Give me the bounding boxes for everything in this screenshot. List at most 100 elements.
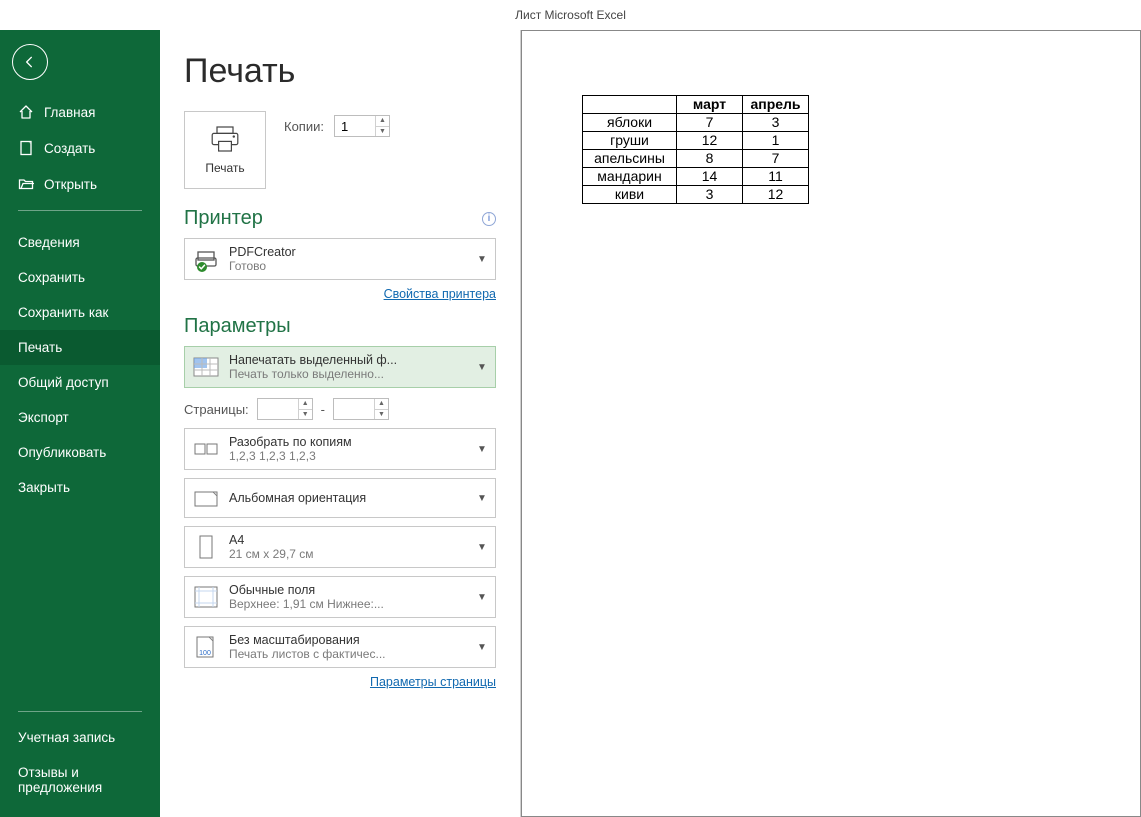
printer-status: Готово: [229, 259, 467, 273]
table-header: апрель: [743, 96, 809, 114]
pages-separator: -: [321, 402, 325, 417]
margins-sub: Верхнее: 1,91 см Нижнее:...: [229, 597, 467, 611]
spinner-up-icon[interactable]: ▲: [298, 399, 312, 410]
selection-icon: [193, 354, 219, 380]
cell: 11: [743, 168, 809, 186]
nav-item-открыть[interactable]: Открыть: [0, 166, 160, 202]
printer-properties-link[interactable]: Свойства принтера: [384, 287, 496, 301]
pages-from-spinner[interactable]: ▲▼: [257, 398, 313, 420]
nav-item-label: Сохранить: [18, 270, 85, 285]
page-setup-link[interactable]: Параметры страницы: [370, 675, 496, 689]
spinner-down-icon[interactable]: ▼: [298, 410, 312, 420]
table-header: март: [677, 96, 743, 114]
preview-table: мартапрельяблоки73груши121апельсины87ман…: [582, 95, 809, 204]
scaling-icon: 100: [193, 634, 219, 660]
cell: 12: [743, 186, 809, 204]
nav-item-label: Печать: [18, 340, 62, 355]
back-arrow-icon: [22, 54, 38, 70]
margins-dropdown[interactable]: Обычные поля Верхнее: 1,91 см Нижнее:...…: [184, 576, 496, 618]
nav-item-сведения[interactable]: Сведения: [0, 225, 160, 260]
table-row: киви312: [583, 186, 809, 204]
collate-dropdown[interactable]: Разобрать по копиям 1,2,3 1,2,3 1,2,3 ▼: [184, 428, 496, 470]
pages-to-spinner[interactable]: ▲▼: [333, 398, 389, 420]
table-row: груши121: [583, 132, 809, 150]
copies-spinner[interactable]: ▲ ▼: [334, 115, 390, 137]
orientation-dropdown[interactable]: Альбомная ориентация ▼: [184, 478, 496, 518]
row-label: яблоки: [583, 114, 677, 132]
nav-item-закрыть[interactable]: Закрыть: [0, 470, 160, 505]
nav-item-label: Сохранить как: [18, 305, 108, 320]
print-settings-panel: Печать Печать Копии:: [160, 30, 520, 817]
home-icon: [18, 104, 34, 120]
nav-item-label: Создать: [44, 141, 95, 156]
svg-text:100: 100: [199, 650, 211, 657]
cell: 7: [743, 150, 809, 168]
nav-item-создать[interactable]: Создать: [0, 130, 160, 166]
titlebar: Лист Microsoft Excel: [0, 0, 1141, 30]
collate-icon: [193, 436, 219, 462]
print-area-title: Напечатать выделенный ф...: [229, 353, 467, 367]
nav-item-экспорт[interactable]: Экспорт: [0, 400, 160, 435]
nav-item-label: Общий доступ: [18, 375, 109, 390]
preview-page: мартапрельяблоки73груши121апельсины87ман…: [521, 30, 1141, 817]
cell: 12: [677, 132, 743, 150]
back-button[interactable]: [12, 44, 48, 80]
nav-separator: [18, 711, 142, 712]
printer-ready-icon: [193, 246, 219, 272]
nav-item-label: Закрыть: [18, 480, 70, 495]
scaling-dropdown[interactable]: 100 Без масштабирования Печать листов с …: [184, 626, 496, 668]
print-button-label: Печать: [205, 161, 244, 175]
print-button[interactable]: Печать: [184, 111, 266, 189]
table-row: яблоки73: [583, 114, 809, 132]
paper-size-dropdown[interactable]: A4 21 см x 29,7 см ▼: [184, 526, 496, 568]
nav-item-label: Открыть: [44, 177, 97, 192]
print-area-dropdown[interactable]: Напечатать выделенный ф... Печать только…: [184, 346, 496, 388]
nav-item-общий-доступ[interactable]: Общий доступ: [0, 365, 160, 400]
nav-item-label: Сведения: [18, 235, 80, 250]
nav-item-главная[interactable]: Главная: [0, 94, 160, 130]
nav-item-label: Опубликовать: [18, 445, 106, 460]
chevron-down-icon: ▼: [477, 592, 487, 603]
pages-to-input[interactable]: [334, 399, 374, 419]
cell: 3: [677, 186, 743, 204]
spinner-up-icon[interactable]: ▲: [375, 116, 389, 127]
nav-item-сохранить-как[interactable]: Сохранить как: [0, 295, 160, 330]
orientation-title: Альбомная ориентация: [229, 491, 467, 505]
paper-size-icon: [193, 534, 219, 560]
spinner-up-icon[interactable]: ▲: [374, 399, 388, 410]
pages-from-input[interactable]: [258, 399, 298, 419]
nav-item-label: Учетная запись: [18, 730, 115, 745]
print-area-sub: Печать только выделенно...: [229, 367, 467, 381]
nav-item-сохранить[interactable]: Сохранить: [0, 260, 160, 295]
nav-item-label: Главная: [44, 105, 95, 120]
scaling-title: Без масштабирования: [229, 633, 467, 647]
cell: 3: [743, 114, 809, 132]
info-icon[interactable]: i: [482, 212, 496, 226]
printer-icon: [209, 125, 241, 153]
cell: 7: [677, 114, 743, 132]
scaling-sub: Печать листов с фактичес...: [229, 647, 467, 661]
row-label: мандарин: [583, 168, 677, 186]
printer-dropdown[interactable]: PDFCreator Готово ▼: [184, 238, 496, 280]
collate-title: Разобрать по копиям: [229, 435, 467, 449]
cell: 8: [677, 150, 743, 168]
chevron-down-icon: ▼: [477, 642, 487, 653]
nav-item-печать[interactable]: Печать: [0, 330, 160, 365]
backstage-sidebar: Главная Создать Открыть Сведения Сохранить С…: [0, 30, 160, 817]
cell: 1: [743, 132, 809, 150]
margins-icon: [193, 584, 219, 610]
spinner-down-icon[interactable]: ▼: [374, 410, 388, 420]
document-title: Лист Microsoft Excel: [515, 8, 626, 22]
nav-item-опубликовать[interactable]: Опубликовать: [0, 435, 160, 470]
nav-item-отзывы-и-предложения[interactable]: Отзывы и предложения: [0, 755, 160, 805]
orientation-landscape-icon: [193, 485, 219, 511]
collate-sub: 1,2,3 1,2,3 1,2,3: [229, 449, 467, 463]
table-row: мандарин1411: [583, 168, 809, 186]
settings-section-title: Параметры: [184, 315, 291, 338]
nav-item-учетная-запись[interactable]: Учетная запись: [0, 720, 160, 755]
row-label: груши: [583, 132, 677, 150]
cell: 14: [677, 168, 743, 186]
copies-input[interactable]: [335, 116, 375, 136]
new-icon: [18, 140, 34, 156]
spinner-down-icon[interactable]: ▼: [375, 127, 389, 137]
